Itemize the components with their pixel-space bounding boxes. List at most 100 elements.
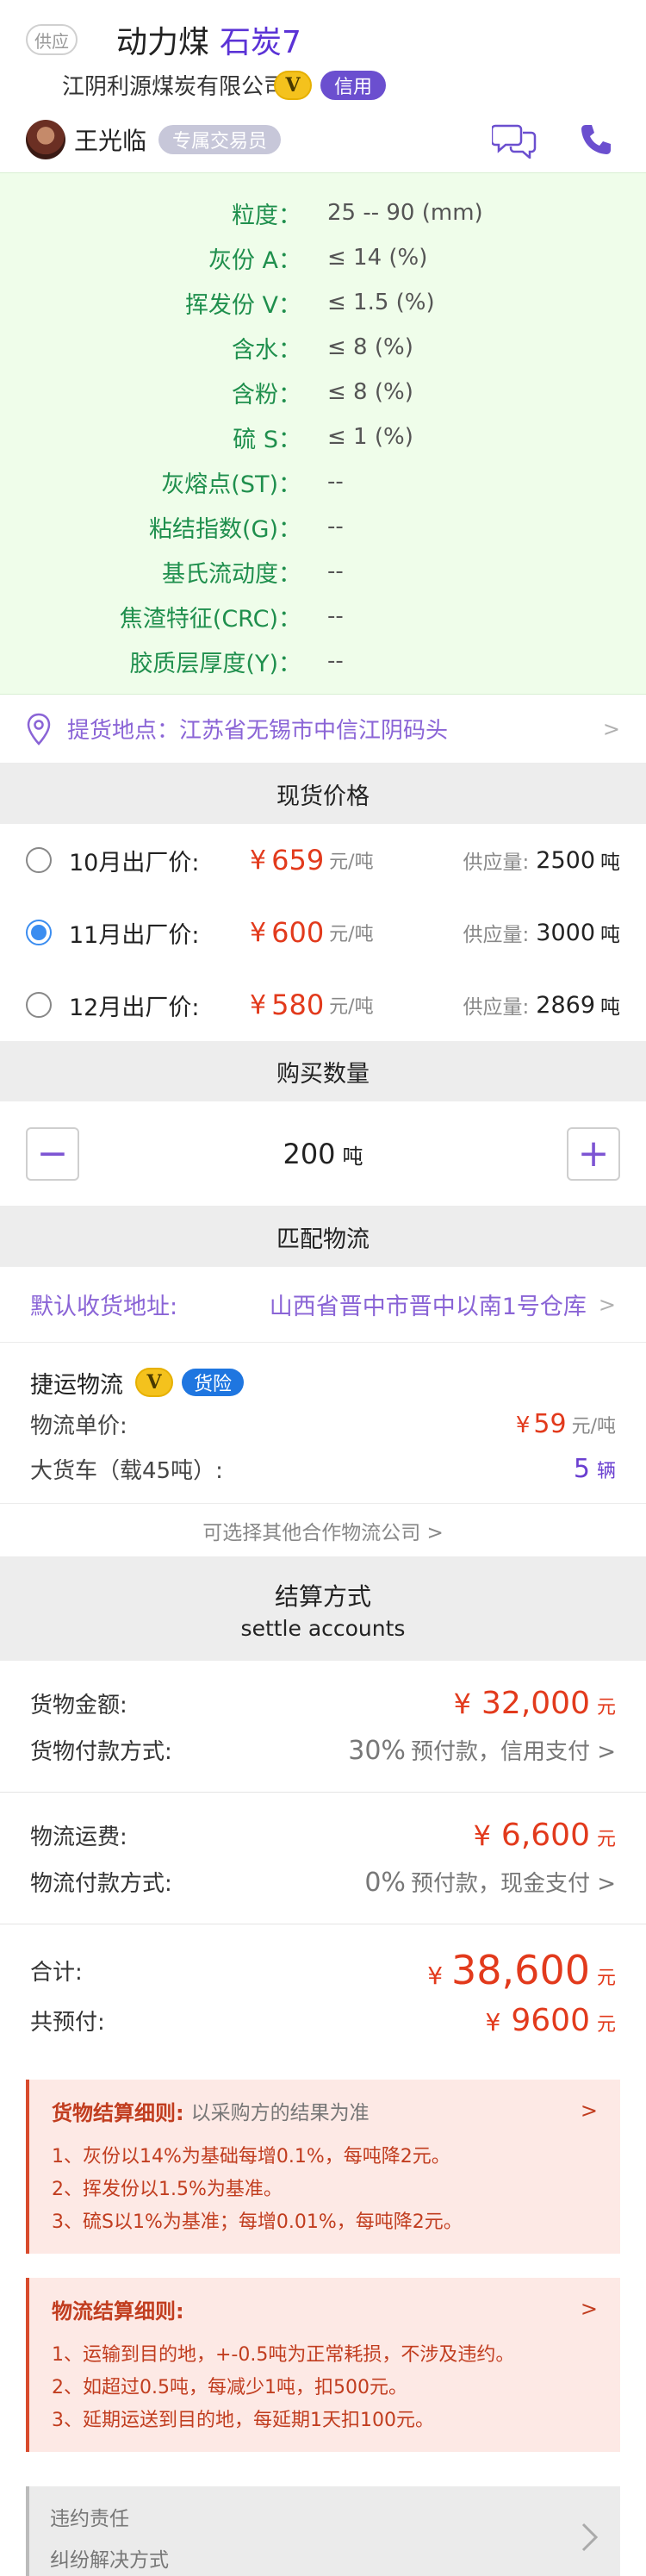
currency-symbol: ¥ <box>515 1412 531 1438</box>
call-button[interactable] <box>572 119 620 160</box>
radio-button[interactable] <box>26 992 52 1018</box>
price-options: 10月出厂价: ¥ 659 元/吨 供应量: 2500 吨 11月出厂价: ¥ … <box>0 824 646 1041</box>
rule-line: 1、灰份以14%为基础每增0.1%，每吨降2元。 <box>52 2146 450 2167</box>
spec-label: 胶质层厚度(Y)： <box>129 650 301 677</box>
spec-value: -- <box>327 514 344 540</box>
truck-count-row: 大货车（载45吨）: 5 辆 <box>30 1446 616 1491</box>
spec-row: 硫 S： ≤ 1 (%) <box>0 415 646 459</box>
price-value: 659 <box>271 844 325 876</box>
goods-payment-method-row[interactable]: 货物付款方式: 30% 预付款，信用支付 > <box>30 1726 616 1773</box>
pickup-location-row[interactable]: 提货地点：江苏省无锡市中信江阴码头 > <box>0 695 646 764</box>
product-name: 动力煤 <box>116 25 210 60</box>
supply-value: 2500 <box>536 846 595 874</box>
company-name[interactable]: 江阴利源煤炭有限公司 <box>62 69 286 101</box>
chevron-right-icon: > <box>602 716 620 741</box>
spec-list: 粒度： 25 -- 90 (mm) 灰份 A： ≤ 14 (%) 挥发份 V： ≤ 1… <box>0 172 646 695</box>
spec-row: 粘结指数(G)： -- <box>0 504 646 549</box>
carrier-header: 捷运物流 V 货险 <box>30 1363 616 1401</box>
spec-row: 挥发份 V： ≤ 1.5 (%) <box>0 280 646 325</box>
quantity-value: 200 <box>283 1137 336 1170</box>
freight-payment-block: 物流运费: ¥ 6,600 元 物流付款方式: 0% 预付款，现金支付 > <box>0 1793 646 1924</box>
spec-row: 胶质层厚度(Y)： -- <box>0 639 646 683</box>
freight-value: 6,600 <box>500 1817 590 1853</box>
prepay-unit: 元 <box>596 2013 616 2036</box>
insurance-badge: 货险 <box>182 1369 245 1396</box>
agent-name: 王光临 <box>74 127 147 155</box>
supply-label: 供应量: <box>463 924 530 946</box>
breach-liability-row[interactable]: 违约责任 纠纷解决方式 <box>26 2486 620 2576</box>
goods-payment-method: 30% 预付款，信用支付 > <box>348 1734 616 1766</box>
decrease-button[interactable]: − <box>26 1126 79 1181</box>
logistics-settlement-rules[interactable]: 物流结算细则: > 1、运输到目的地，+-0.5吨为正常耗损，不涉及违约。 2、… <box>26 2278 620 2452</box>
agent-actions <box>491 119 620 160</box>
breach-text: 违约责任 纠纷解决方式 <box>50 2502 169 2573</box>
company-row: 江阴利源煤炭有限公司 V 信用 <box>62 69 387 101</box>
prepay-value: 9600 <box>511 2002 590 2038</box>
unit-price-value: 59 <box>533 1408 567 1439</box>
radio-button-selected[interactable] <box>26 920 52 945</box>
currency-symbol: ¥ <box>473 1818 491 1852</box>
product-detail-page: 供应 动力煤 石炭7 江阴利源煤炭有限公司 V 信用 王光临 专属交易员 粒度：… <box>0 0 646 2576</box>
price-option-october[interactable]: 10月出厂价: ¥ 659 元/吨 供应量: 2500 吨 <box>0 824 646 896</box>
currency-symbol: ¥ <box>427 1962 444 1990</box>
spec-row: 灰份 A： ≤ 14 (%) <box>0 235 646 280</box>
increase-button[interactable]: + <box>567 1126 620 1181</box>
chat-button[interactable] <box>491 119 539 160</box>
settlement-subtitle: settle accounts <box>240 1615 406 1641</box>
spec-label: 含粉： <box>232 381 301 409</box>
other-carriers-link[interactable]: 可选择其他合作物流公司 > <box>0 1504 646 1557</box>
spec-row: 粒度： 25 -- 90 (mm) <box>0 190 646 235</box>
supply-label: 供应量: <box>463 851 530 874</box>
spec-value: -- <box>327 648 344 674</box>
unit-price-unit: 元/吨 <box>571 1415 616 1438</box>
price-unit: 元/吨 <box>329 851 374 873</box>
goods-payment-block: 货物金额: ¥ 32,000 元 货物付款方式: 30% 预付款，信用支付 > <box>0 1661 646 1793</box>
goods-method-label: 货物付款方式: <box>30 1738 172 1765</box>
truck-count: 5 辆 <box>574 1454 616 1484</box>
total-block: 合计: ¥ 38,600 元 共预付: ¥ 9600 元 <box>0 1924 646 2062</box>
breach-liability-label: 违约责任 <box>50 2508 129 2530</box>
chevron-right-icon: > <box>580 2099 598 2123</box>
prepay-amount: ¥ 9600 元 <box>486 2003 616 2038</box>
goods-amount-row: 货物金额: ¥ 32,000 元 <box>30 1680 616 1726</box>
price-option-label: 10月出厂价: <box>69 849 200 876</box>
freight-unit: 元 <box>596 1828 616 1850</box>
quantity-display[interactable]: 200 吨 <box>79 1138 567 1170</box>
goods-amount-label: 货物金额: <box>30 1692 127 1718</box>
avatar[interactable] <box>26 120 65 159</box>
address-label: 默认收货地址: <box>30 1294 178 1320</box>
spec-label: 焦渣特征(CRC)： <box>119 605 301 633</box>
carrier-name: 捷运物流 <box>30 1371 123 1399</box>
prepay-row: 共预付: ¥ 9600 元 <box>30 1997 616 2043</box>
spec-row: 焦渣特征(CRC)： -- <box>0 594 646 639</box>
spec-row: 含水： ≤ 8 (%) <box>0 325 646 370</box>
rules-header: 物流结算细则: > <box>52 2290 598 2328</box>
prepay-label: 共预付: <box>30 2009 105 2036</box>
spot-price-heading: 现货价格 <box>0 764 646 824</box>
price-option-label: 11月出厂价: <box>69 921 200 949</box>
goods-amount: ¥ 32,000 元 <box>454 1686 616 1721</box>
delivery-address-row[interactable]: 默认收货地址: 山西省晋中市晋中以南1号仓库 > <box>0 1267 646 1343</box>
freight-amount-row: 物流运费: ¥ 6,600 元 <box>30 1812 616 1858</box>
product-type: 石炭7 <box>220 25 301 60</box>
price-option-december[interactable]: 12月出厂价: ¥ 580 元/吨 供应量: 2869 吨 <box>0 969 646 1041</box>
currency-symbol: ¥ <box>250 845 267 876</box>
spec-row: 基氏流动度： -- <box>0 549 646 594</box>
price-option-november[interactable]: 11月出厂价: ¥ 600 元/吨 供应量: 3000 吨 <box>0 896 646 969</box>
goods-prepay-percent: 30% <box>348 1735 406 1766</box>
currency-symbol: ¥ <box>453 1687 472 1720</box>
supply-tag: 供应 <box>26 24 78 55</box>
dispute-resolution-label: 纠纷解决方式 <box>50 2549 169 2572</box>
price-option-label: 12月出厂价: <box>69 994 200 1021</box>
quantity-heading: 购买数量 <box>0 1041 646 1101</box>
freight-payment-method-row[interactable]: 物流付款方式: 0% 预付款，现金支付 > <box>30 1858 616 1905</box>
spec-value: ≤ 1 (%) <box>327 424 413 450</box>
spec-label: 基氏流动度： <box>162 560 301 588</box>
goods-amount-unit: 元 <box>596 1696 616 1718</box>
price-value: 600 <box>271 916 325 949</box>
freight-prepay-percent: 0% <box>364 1867 406 1898</box>
currency-symbol: ¥ <box>250 917 267 948</box>
goods-settlement-rules[interactable]: 货物结算细则: 以采购方的结果为准 > 1、灰份以14%为基础每增0.1%，每吨… <box>26 2080 620 2254</box>
location-pin-icon <box>27 713 51 745</box>
radio-button[interactable] <box>26 847 52 873</box>
